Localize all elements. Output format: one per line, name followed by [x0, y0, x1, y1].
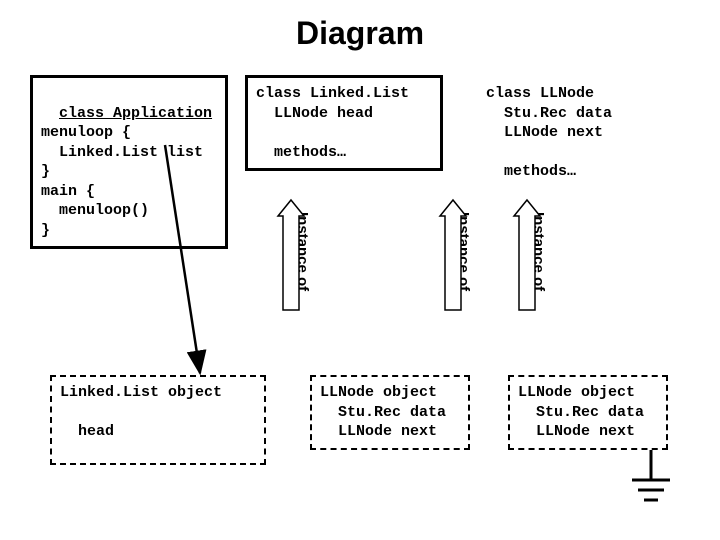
null-symbol — [632, 450, 670, 500]
linkedlist-object-box: Linked.List object head — [50, 375, 266, 465]
class-llnode-box: class LLNode Stu.Rec data LLNode next me… — [475, 75, 655, 191]
llnode-object1-box: LLNode object Stu.Rec data LLNode next — [310, 375, 470, 450]
class-linkedlist-box: class Linked.List LLNode head methods… — [245, 75, 443, 171]
instance-of-label-1: Instance of — [294, 212, 311, 291]
instance-of-label-3: Instance of — [530, 212, 547, 291]
llnode-object2-box: LLNode object Stu.Rec data LLNode next — [508, 375, 668, 450]
class-application-header: class Application — [59, 105, 212, 122]
instance-of-label-2: Instance of — [455, 212, 472, 291]
diagram-title: Diagram — [0, 0, 720, 52]
class-application-box: class Application menuloop { Linked.List… — [30, 75, 228, 249]
class-application-body: menuloop { Linked.List list } main { men… — [41, 124, 203, 239]
